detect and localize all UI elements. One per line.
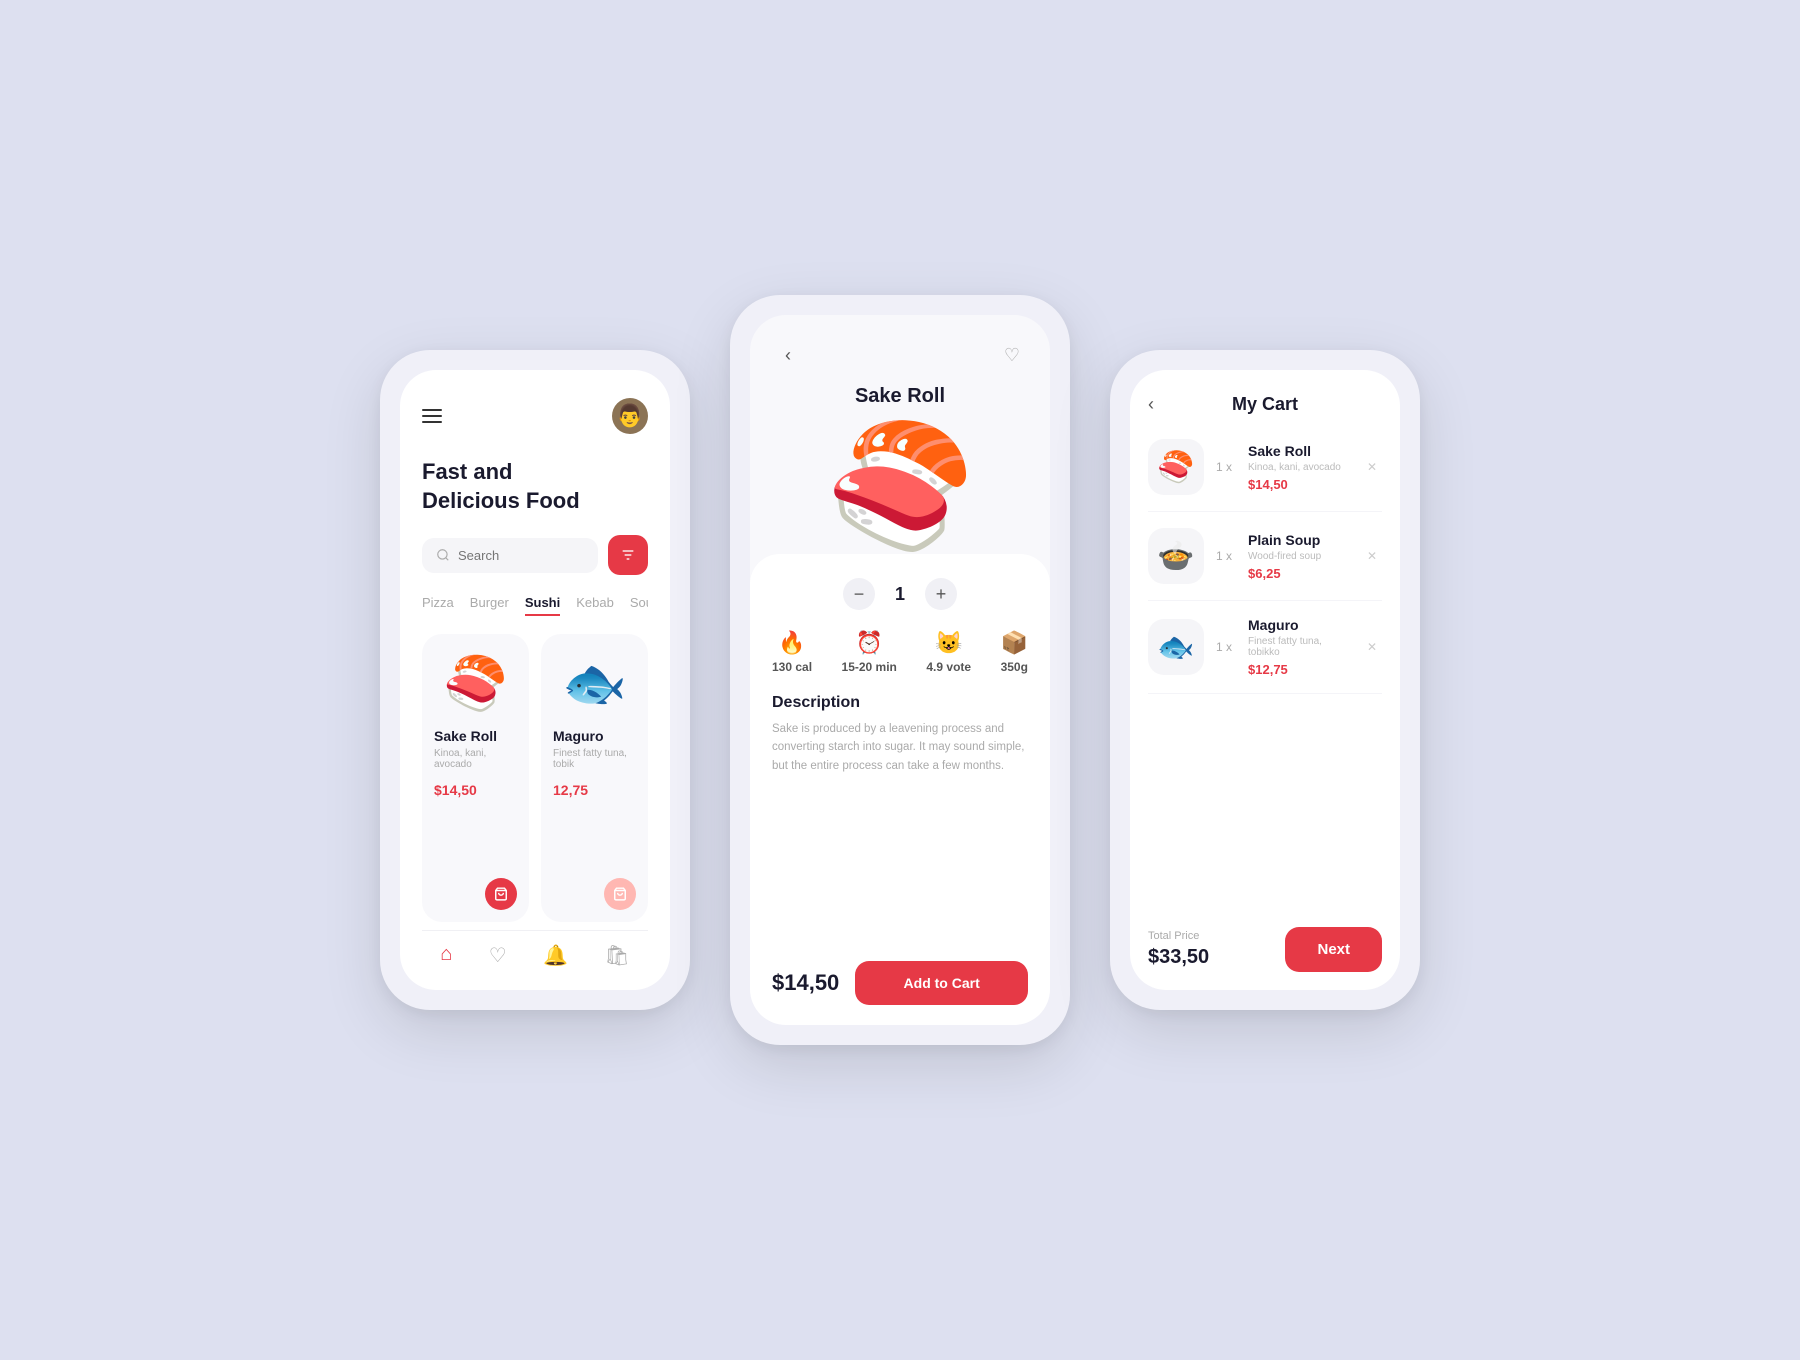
bottom-nav: ⌂ ♡ 🔔 🛍 bbox=[422, 930, 648, 974]
sake-roll-price: $14,50 bbox=[434, 782, 517, 798]
sake-roll-name: Sake Roll bbox=[434, 728, 517, 744]
category-tabs: Pizza Burger Sushi Kebab Sou bbox=[422, 595, 648, 616]
filter-button[interactable] bbox=[608, 535, 648, 575]
stat-time: ⏰ 15-20 min bbox=[842, 630, 897, 674]
product-price: $14,50 bbox=[772, 970, 839, 996]
cart-item-plain-soup-subtitle: Wood-fired soup bbox=[1248, 551, 1350, 562]
cart-item-plain-soup: 🍲 1 x Plain Soup Wood-fired soup $6,25 ✕ bbox=[1148, 528, 1382, 601]
detail-topbar: ‹ ♡ bbox=[750, 315, 1050, 381]
phone-detail: ‹ ♡ Sake Roll 🍣 − 1 + 🔥 130 cal bbox=[730, 295, 1070, 1045]
food-cards: 🍣 Sake Roll Kinoa, kani, avocado $14,50 … bbox=[422, 634, 648, 922]
stat-weight: 📦 350g bbox=[1001, 630, 1028, 674]
next-button[interactable]: Next bbox=[1285, 927, 1382, 972]
home-header: 👨 bbox=[422, 398, 648, 434]
nav-home-icon[interactable]: ⌂ bbox=[440, 943, 452, 968]
quantity-decrease-button[interactable]: − bbox=[843, 578, 875, 610]
cart-item-maguro-info: Maguro Finest fatty tuna, tobikko $12,75 bbox=[1248, 617, 1350, 677]
cart-item-plain-soup-name: Plain Soup bbox=[1248, 532, 1350, 548]
calories-value: 130 cal bbox=[772, 660, 812, 674]
cart-item-sake-roll-image: 🍣 bbox=[1148, 439, 1204, 495]
page-title: Fast and Delicious Food bbox=[422, 458, 648, 515]
cart-item-maguro-image: 🐟 bbox=[1148, 619, 1204, 675]
cart-item-plain-soup-qty: 1 x bbox=[1216, 549, 1232, 563]
vote-value: 4.9 vote bbox=[926, 660, 971, 674]
total-price: $33,50 bbox=[1148, 946, 1209, 969]
phone-home: 👨 Fast and Delicious Food Pi bbox=[380, 350, 690, 1010]
time-value: 15-20 min bbox=[842, 660, 897, 674]
cart-item-sake-roll-subtitle: Kinoa, kani, avocado bbox=[1248, 462, 1350, 473]
stat-calories: 🔥 130 cal bbox=[772, 630, 812, 674]
cart-item-maguro-remove[interactable]: ✕ bbox=[1362, 637, 1382, 657]
product-name: Sake Roll bbox=[750, 381, 1050, 418]
product-hero-image: 🍣 bbox=[750, 418, 1050, 554]
maguro-subtitle: Finest fatty tuna, tobik bbox=[553, 748, 636, 770]
quantity-increase-button[interactable]: + bbox=[925, 578, 957, 610]
cart-footer: Total Price $33,50 Next bbox=[1148, 927, 1382, 972]
search-bar bbox=[422, 535, 648, 575]
quantity-control: − 1 + bbox=[772, 578, 1028, 610]
back-button[interactable]: ‹ bbox=[772, 339, 804, 371]
cart-item-sake-roll-qty: 1 x bbox=[1216, 460, 1232, 474]
nav-heart-icon[interactable]: ♡ bbox=[489, 943, 507, 968]
sake-roll-add-button[interactable] bbox=[485, 878, 517, 910]
fire-icon: 🔥 bbox=[778, 630, 805, 656]
search-input[interactable] bbox=[458, 548, 584, 563]
tab-sou[interactable]: Sou bbox=[630, 595, 648, 616]
nav-bell-icon[interactable]: 🔔 bbox=[543, 943, 568, 968]
cart-item-plain-soup-price: $6,25 bbox=[1248, 566, 1350, 581]
cart-item-sake-roll-remove[interactable]: ✕ bbox=[1362, 457, 1382, 477]
tab-burger[interactable]: Burger bbox=[470, 595, 509, 616]
nav-bag-icon[interactable]: 🛍 bbox=[604, 943, 629, 968]
cart-item-sake-roll-name: Sake Roll bbox=[1248, 443, 1350, 459]
cart-item-maguro: 🐟 1 x Maguro Finest fatty tuna, tobikko … bbox=[1148, 617, 1382, 694]
cart-item-maguro-name: Maguro bbox=[1248, 617, 1350, 633]
vote-icon: 😺 bbox=[935, 630, 962, 656]
description-title: Description bbox=[772, 694, 1028, 712]
sake-roll-image: 🍣 bbox=[434, 648, 517, 718]
product-stats: 🔥 130 cal ⏰ 15-20 min 😺 4.9 vote 📦 350g bbox=[772, 630, 1028, 674]
bag-icon-2 bbox=[613, 887, 627, 901]
total-label: Total Price bbox=[1148, 930, 1209, 942]
bag-icon bbox=[494, 887, 508, 901]
cart-item-plain-soup-image: 🍲 bbox=[1148, 528, 1204, 584]
cart-item-sake-roll: 🍣 1 x Sake Roll Kinoa, kani, avocado $14… bbox=[1148, 439, 1382, 512]
maguro-name: Maguro bbox=[553, 728, 636, 744]
cart-header: ‹ My Cart bbox=[1148, 394, 1382, 415]
tab-pizza[interactable]: Pizza bbox=[422, 595, 454, 616]
filter-icon bbox=[620, 547, 636, 563]
cart-back-button[interactable]: ‹ bbox=[1148, 394, 1154, 415]
cart-item-sake-roll-info: Sake Roll Kinoa, kani, avocado $14,50 bbox=[1248, 443, 1350, 492]
search-input-wrap[interactable] bbox=[422, 538, 598, 573]
phone-cart: ‹ My Cart 🍣 1 x Sake Roll Kinoa, kani, a… bbox=[1110, 350, 1420, 1010]
product-footer: $14,50 Add to Cart bbox=[772, 961, 1028, 1005]
sake-roll-subtitle: Kinoa, kani, avocado bbox=[434, 748, 517, 770]
cart-title: My Cart bbox=[1232, 394, 1298, 415]
clock-icon: ⏰ bbox=[856, 630, 883, 656]
product-detail-main: − 1 + 🔥 130 cal ⏰ 15-20 min 😺 4. bbox=[750, 554, 1050, 1025]
total-section: Total Price $33,50 bbox=[1148, 930, 1209, 969]
cart-item-maguro-subtitle: Finest fatty tuna, tobikko bbox=[1248, 636, 1350, 658]
tab-kebab[interactable]: Kebab bbox=[576, 595, 614, 616]
stat-vote: 😺 4.9 vote bbox=[926, 630, 971, 674]
food-card-maguro[interactable]: 🐟 Maguro Finest fatty tuna, tobik 12,75 bbox=[541, 634, 648, 922]
cart-item-plain-soup-info: Plain Soup Wood-fired soup $6,25 bbox=[1248, 532, 1350, 581]
weight-value: 350g bbox=[1001, 660, 1028, 674]
weight-icon: 📦 bbox=[1001, 630, 1028, 656]
maguro-add-button[interactable] bbox=[604, 878, 636, 910]
add-to-cart-button[interactable]: Add to Cart bbox=[855, 961, 1028, 1005]
avatar[interactable]: 👨 bbox=[612, 398, 648, 434]
menu-icon[interactable] bbox=[422, 409, 442, 423]
maguro-image: 🐟 bbox=[553, 648, 636, 718]
cart-item-maguro-qty: 1 x bbox=[1216, 640, 1232, 654]
cart-item-plain-soup-remove[interactable]: ✕ bbox=[1362, 546, 1382, 566]
tab-sushi[interactable]: Sushi bbox=[525, 595, 560, 616]
search-icon bbox=[436, 548, 450, 562]
quantity-value: 1 bbox=[895, 584, 905, 605]
food-card-sake-roll[interactable]: 🍣 Sake Roll Kinoa, kani, avocado $14,50 bbox=[422, 634, 529, 922]
description-text: Sake is produced by a leavening process … bbox=[772, 720, 1028, 945]
maguro-price: 12,75 bbox=[553, 782, 636, 798]
favorite-button[interactable]: ♡ bbox=[996, 339, 1028, 371]
cart-item-maguro-price: $12,75 bbox=[1248, 662, 1350, 677]
cart-item-sake-roll-price: $14,50 bbox=[1248, 477, 1350, 492]
